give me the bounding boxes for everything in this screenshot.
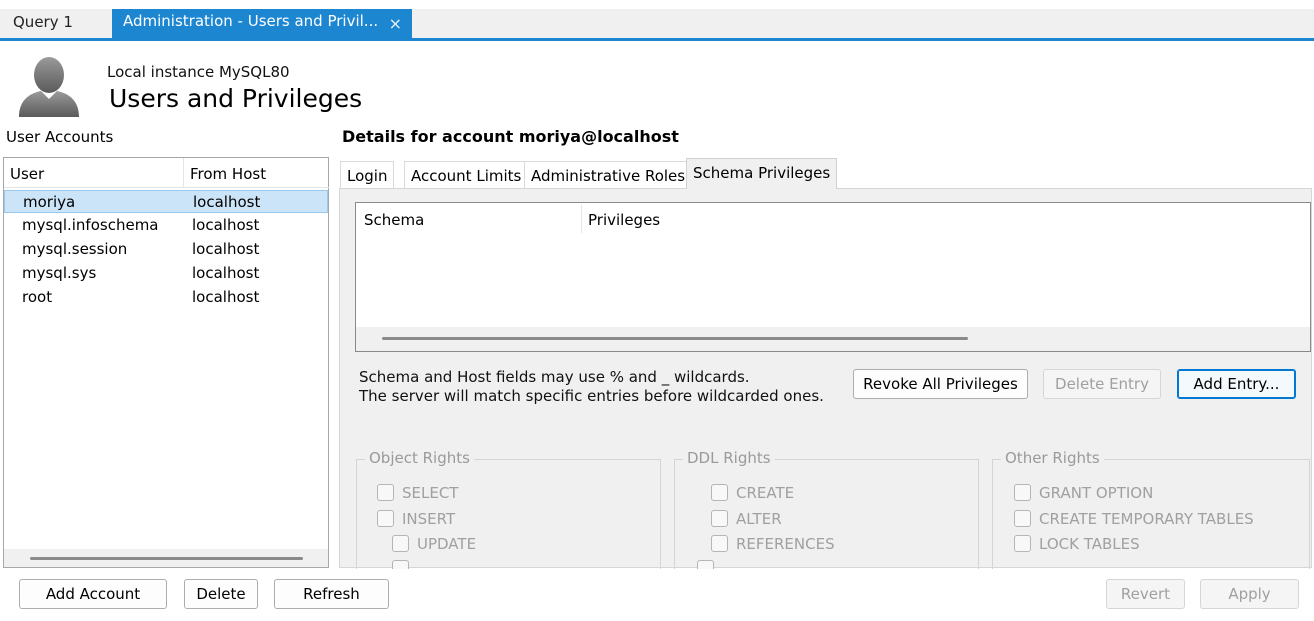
- account-user: root: [22, 288, 53, 306]
- account-row-moriya[interactable]: moriya localhost: [4, 190, 328, 213]
- tab-query-1[interactable]: Query 1: [0, 9, 110, 38]
- close-icon[interactable]: ×: [389, 11, 402, 36]
- revoke-all-privileges-button[interactable]: Revoke All Privileges: [853, 369, 1028, 399]
- checkbox-box[interactable]: [711, 484, 728, 501]
- account-host: localhost: [192, 288, 260, 306]
- horizontal-scrollbar[interactable]: [4, 549, 328, 567]
- column-header-privileges[interactable]: Privileges: [588, 211, 660, 229]
- column-header-user[interactable]: User: [4, 158, 184, 188]
- checkbox-box[interactable]: [711, 535, 728, 552]
- user-accounts-list[interactable]: User From Host moriya localhost mysql.in…: [3, 157, 329, 568]
- delete-entry-button[interactable]: Delete Entry: [1043, 369, 1161, 399]
- account-host: localhost: [192, 216, 260, 234]
- scrollbar-thumb[interactable]: [382, 337, 968, 340]
- column-header-from-host[interactable]: From Host: [184, 158, 329, 188]
- checkbox-create[interactable]: CREATE: [711, 483, 794, 503]
- account-host: localhost: [192, 264, 260, 282]
- column-separator: [581, 205, 582, 233]
- instance-name: Local instance MySQL80: [107, 63, 290, 81]
- revert-button[interactable]: Revert: [1106, 579, 1185, 609]
- account-row-mysql-session[interactable]: mysql.session localhost: [4, 238, 328, 261]
- tab-administrative-roles[interactable]: Administrative Roles: [524, 161, 693, 188]
- group-title: DDL Rights: [683, 449, 775, 467]
- schema-privileges-table[interactable]: Schema Privileges: [355, 202, 1311, 352]
- horizontal-scrollbar[interactable]: [356, 327, 1310, 351]
- add-entry-button[interactable]: Add Entry...: [1177, 369, 1296, 399]
- delete-account-button[interactable]: Delete: [184, 579, 258, 609]
- account-row-root[interactable]: root localhost: [4, 286, 328, 309]
- page-title: Users and Privileges: [109, 84, 363, 113]
- checkbox-box[interactable]: [377, 510, 394, 527]
- tab-administration-label: Administration - Users and Privil...: [123, 12, 379, 30]
- account-user: mysql.sys: [22, 264, 97, 282]
- account-row-mysql-infoschema[interactable]: mysql.infoschema localhost: [4, 214, 328, 237]
- tab-administration-users[interactable]: Administration - Users and Privil... ×: [112, 9, 412, 38]
- tab-schema-privileges[interactable]: Schema Privileges: [686, 158, 838, 189]
- checkbox-box[interactable]: [392, 560, 409, 569]
- checkbox-create-temporary-tables[interactable]: CREATE TEMPORARY TABLES: [1014, 509, 1254, 529]
- account-user: mysql.infoschema: [22, 216, 159, 234]
- details-title: Details for account moriya@localhost: [342, 127, 679, 146]
- tab-account-limits[interactable]: Account Limits: [404, 161, 529, 188]
- checkbox-box[interactable]: [1014, 510, 1031, 527]
- refresh-button[interactable]: Refresh: [274, 579, 389, 609]
- column-header-schema[interactable]: Schema: [364, 211, 424, 229]
- wildcard-hint: Schema and Host fields may use % and _ w…: [359, 368, 824, 406]
- hint-line-2: The server will match specific entries b…: [359, 387, 824, 405]
- user-accounts-label: User Accounts: [6, 128, 114, 146]
- checkbox-insert[interactable]: INSERT: [377, 509, 455, 529]
- checkbox-partial[interactable]: [392, 559, 417, 569]
- add-account-button[interactable]: Add Account: [19, 579, 167, 609]
- checkbox-box[interactable]: [1014, 484, 1031, 501]
- checkbox-box[interactable]: [697, 560, 714, 569]
- account-user: moriya: [23, 193, 76, 211]
- scrollbar-thumb[interactable]: [30, 557, 303, 560]
- checkbox-alter[interactable]: ALTER: [711, 509, 782, 529]
- account-user: mysql.session: [22, 240, 128, 258]
- checkbox-box[interactable]: [392, 535, 409, 552]
- checkbox-update[interactable]: UPDATE: [392, 534, 476, 554]
- checkbox-select[interactable]: SELECT: [377, 483, 458, 503]
- account-row-mysql-sys[interactable]: mysql.sys localhost: [4, 262, 328, 285]
- document-tab-bar: Query 1 Administration - Users and Privi…: [0, 0, 1314, 41]
- tab-underline: [0, 38, 1314, 41]
- checkbox-box[interactable]: [377, 484, 394, 501]
- tab-login[interactable]: Login: [340, 161, 395, 188]
- user-silhouette-icon: [17, 55, 81, 117]
- hint-line-1: Schema and Host fields may use % and _ w…: [359, 368, 750, 386]
- group-title: Other Rights: [1001, 449, 1104, 467]
- checkbox-box[interactable]: [711, 510, 728, 527]
- checkbox-lock-tables[interactable]: LOCK TABLES: [1014, 534, 1140, 554]
- checkbox-partial[interactable]: [697, 559, 722, 569]
- checkbox-references[interactable]: REFERENCES: [711, 534, 835, 554]
- group-title: Object Rights: [365, 449, 474, 467]
- apply-button[interactable]: Apply: [1200, 579, 1299, 609]
- checkbox-box[interactable]: [1014, 535, 1031, 552]
- checkbox-grant-option[interactable]: GRANT OPTION: [1014, 483, 1153, 503]
- account-host: localhost: [192, 240, 260, 258]
- account-host: localhost: [193, 193, 261, 211]
